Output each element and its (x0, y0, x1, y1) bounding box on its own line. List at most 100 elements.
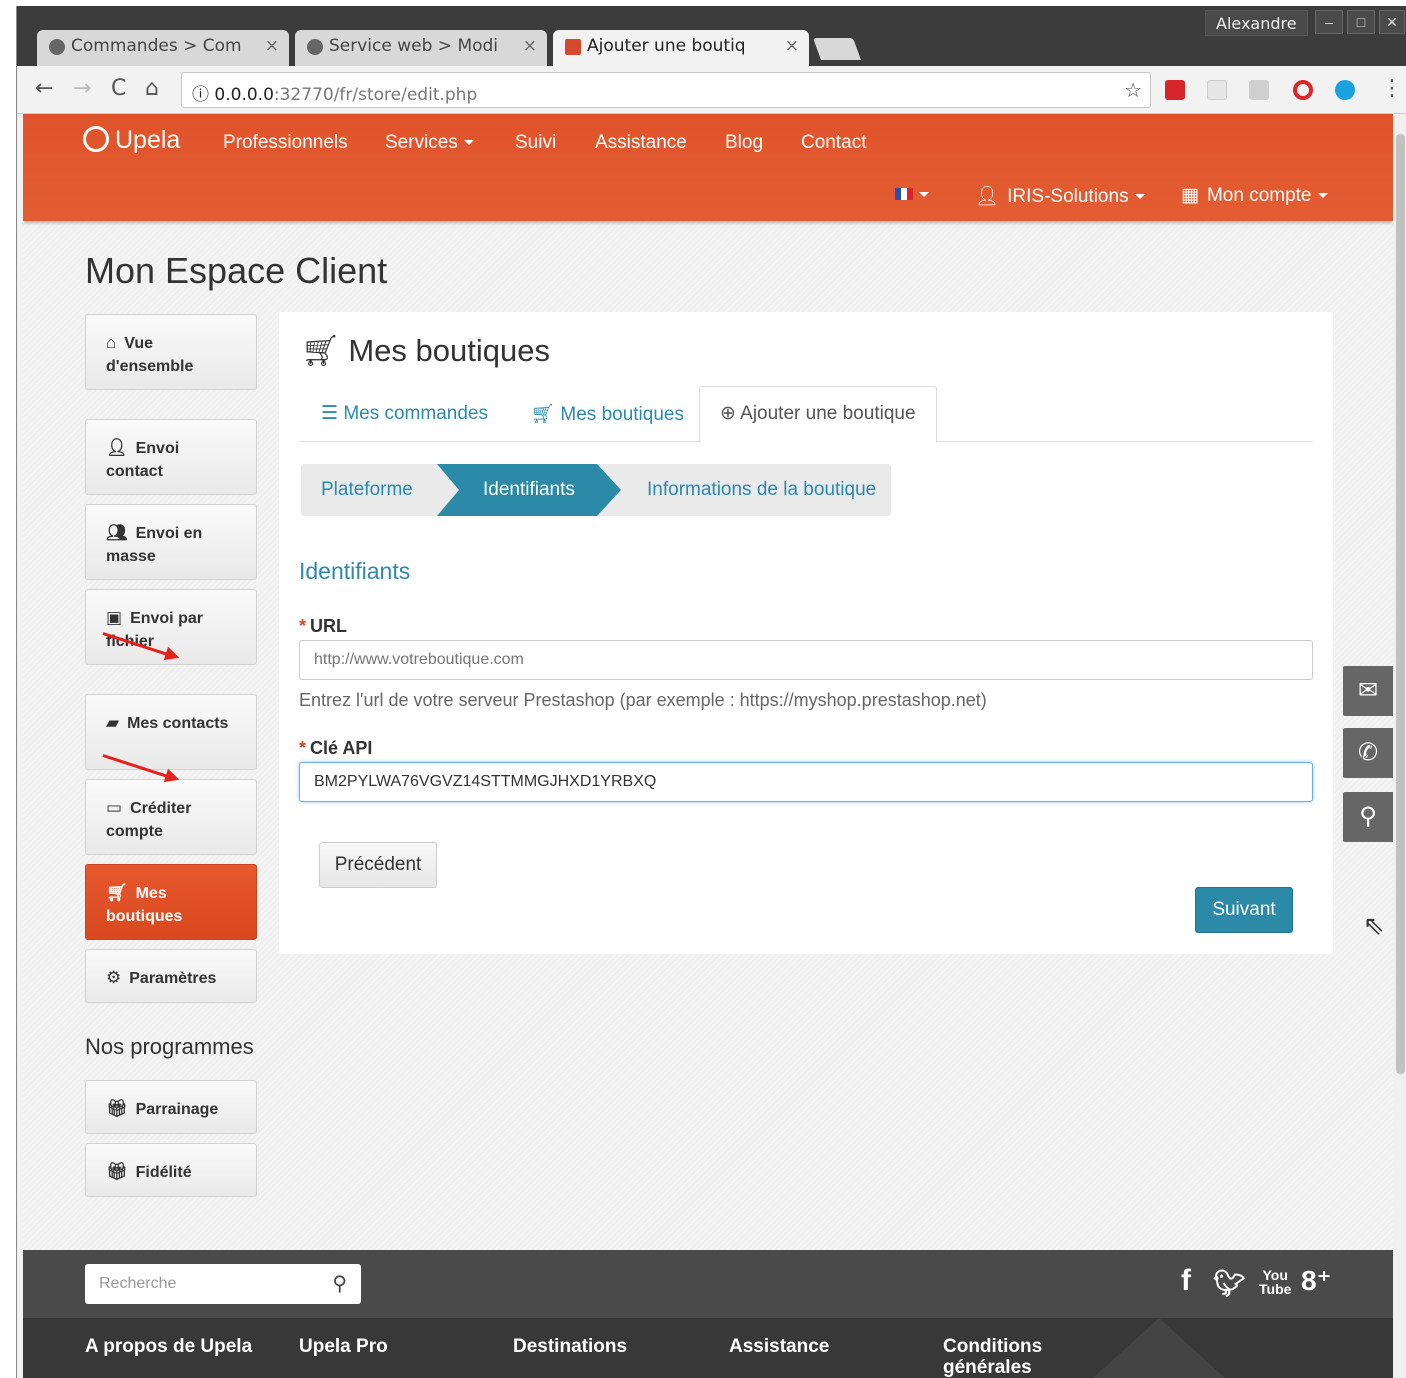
next-button[interactable]: Suivant (1195, 887, 1293, 933)
sidebar-item-fidelite[interactable]: 🎁︎ Fidélité (85, 1143, 257, 1197)
programs-title: Nos programmes (85, 1034, 254, 1059)
caret-down-icon (1134, 194, 1145, 199)
url-label-text: URL (310, 616, 348, 636)
close-tab-icon[interactable]: × (523, 36, 537, 56)
gift-icon: 🎁︎ (106, 1099, 128, 1118)
wizard-step-identifiants[interactable]: Identifiants (483, 479, 575, 501)
user-icon: 👤︎ (975, 186, 1000, 207)
footer-col-upela-pro[interactable]: Upela Pro (299, 1336, 388, 1357)
language-selector[interactable] (895, 184, 929, 206)
tab-ajouter-boutique[interactable]: ⊕ Ajouter une boutique (699, 386, 937, 443)
previous-button[interactable]: Précédent (319, 842, 437, 888)
browser-profile-name[interactable]: Alexandre (1205, 10, 1308, 36)
wizard-step-plateforme[interactable]: Plateforme (321, 479, 413, 501)
panel-title: 🛒︎ Mes boutiques (301, 332, 550, 369)
page-title: Mon Espace Client (85, 250, 388, 291)
sidebar-item-envoi-contact[interactable]: 👤︎ Envoi contact (85, 419, 257, 495)
cart-icon: 🛒︎ (301, 333, 341, 368)
tab-mes-boutiques[interactable]: 🛒︎ Mes boutiques (531, 402, 684, 426)
tab-mes-commandes[interactable]: ☰ Mes commandes (321, 402, 488, 425)
sidebar-item-crediter-compte[interactable]: ▭ Créditer compte (85, 779, 257, 855)
envelope-icon: ✉ (1357, 677, 1379, 704)
sidebar-item-mes-boutiques[interactable]: 🛒︎ Mes boutiques (85, 864, 257, 940)
site-info-icon[interactable]: ⓘ (192, 85, 209, 105)
close-tab-icon[interactable]: × (785, 36, 799, 56)
extension-icon[interactable] (1249, 80, 1269, 100)
sidebar-item-label: Parrainage (135, 1101, 219, 1118)
new-tab-button[interactable] (812, 38, 862, 60)
panel-tabs: ☰ Mes commandes 🛒︎ Mes boutiques ⊕ Ajout… (299, 386, 1313, 443)
sidebar-item-envoi-masse[interactable]: 👥︎ Envoi en masse (85, 504, 257, 580)
account-name: IRIS-Solutions (1007, 186, 1129, 207)
browser-tab-commandes[interactable]: Commandes > Com × (37, 30, 289, 66)
browser-menu-icon[interactable]: ⋮ (1381, 76, 1403, 101)
youtube-icon[interactable]: You Tube (1259, 1268, 1291, 1296)
nav-contact[interactable]: Contact (801, 132, 866, 154)
tab-title: Ajouter une boutiq (587, 36, 746, 56)
close-window-icon[interactable]: ✕ (1379, 10, 1405, 34)
upela-favicon-icon (565, 39, 581, 55)
api-key-label: * Clé API (299, 738, 372, 759)
browser-tab-bar: Commandes > Com × Service web > Modi × A… (17, 6, 1406, 66)
footer-col-assistance[interactable]: Assistance (729, 1336, 829, 1357)
calendar-extension-icon[interactable] (1207, 80, 1227, 100)
reload-icon[interactable]: C (111, 76, 126, 101)
nav-blog[interactable]: Blog (725, 132, 763, 154)
twitter-icon[interactable]: 🐦︎ (1213, 1268, 1246, 1299)
upela-logo[interactable]: Upela (83, 126, 180, 155)
email-float-button[interactable]: ✉ (1343, 666, 1393, 716)
footer-search-input[interactable] (85, 1264, 315, 1304)
url-input[interactable] (299, 640, 1313, 680)
nav-services-label: Services (385, 132, 458, 153)
browser-tab-service-web[interactable]: Service web > Modi × (295, 30, 547, 66)
lastpass-extension-icon[interactable] (1165, 80, 1185, 100)
back-icon[interactable]: ← (35, 76, 53, 101)
minimize-icon[interactable]: – (1315, 10, 1343, 34)
cart-icon: 🛒︎ (106, 883, 128, 902)
phone-float-button[interactable]: ✆ (1343, 728, 1393, 778)
sidebar-item-label: Paramètres (129, 970, 217, 987)
address-bar[interactable]: ⓘ 0.0.0.0:32770/fr/store/edit.php ☆ (181, 72, 1151, 108)
close-tab-icon[interactable]: × (265, 36, 279, 56)
footer-search-bar: ⚲ f 🐦︎ YouTube 8⁺ (23, 1250, 1393, 1318)
skype-extension-icon[interactable] (1335, 80, 1355, 100)
google-plus-icon[interactable]: 8⁺ (1301, 1264, 1331, 1297)
opera-extension-icon[interactable] (1293, 80, 1313, 100)
bookmark-star-icon[interactable]: ☆ (1124, 78, 1142, 102)
footer-col-destinations[interactable]: Destinations (513, 1336, 627, 1357)
nav-professionnels[interactable]: Professionnels (223, 132, 348, 154)
sidebar-item-parametres[interactable]: ⚙ Paramètres (85, 949, 257, 1003)
search-icon[interactable]: ⚲ (332, 1271, 347, 1296)
maximize-icon[interactable]: □ (1347, 10, 1375, 34)
facebook-icon[interactable]: f (1181, 1264, 1191, 1298)
panel-title-text: Mes boutiques (348, 333, 550, 368)
cart-icon: 🛒︎ (531, 404, 561, 425)
url-host: 0.0.0.0 (214, 85, 274, 105)
nav-suivi[interactable]: Suivi (515, 132, 556, 154)
site-favicon-icon (49, 39, 65, 55)
site-header: Upela Professionnels Services Suivi Assi… (23, 114, 1393, 221)
page-scrollbar[interactable] (1393, 114, 1406, 1378)
forward-icon[interactable]: → (73, 76, 91, 101)
nav-assistance[interactable]: Assistance (595, 132, 687, 154)
account-menu[interactable]: 👤︎ IRIS-Solutions (975, 184, 1145, 208)
sidebar-item-vue-ensemble[interactable]: ⌂ Vue d'ensemble (85, 314, 257, 390)
tab-label: Mes boutiques (560, 404, 684, 425)
footer-col-conditions[interactable]: Conditions générales (943, 1336, 1053, 1378)
footer-search: ⚲ (85, 1264, 361, 1304)
wizard-step-informations[interactable]: Informations de la boutique (647, 479, 876, 501)
scrollbar-thumb[interactable] (1396, 134, 1405, 1074)
grid-icon: ▦ (1181, 185, 1199, 206)
footer-col-a-propos[interactable]: A propos de Upela (85, 1336, 252, 1357)
home-icon[interactable]: ⌂ (145, 76, 159, 101)
api-key-input[interactable] (299, 762, 1313, 802)
footer-links: A propos de Upela Upela Pro Destinations… (23, 1318, 1393, 1378)
search-float-button[interactable]: ⚲ (1343, 792, 1393, 842)
browser-tab-ajouter-boutique[interactable]: Ajouter une boutiq × (553, 30, 809, 66)
sidebar-item-parrainage[interactable]: 🎁︎ Parrainage (85, 1080, 257, 1134)
tab-title: Commandes > Com (71, 36, 242, 56)
mon-compte-menu[interactable]: ▦ Mon compte (1181, 184, 1328, 207)
footer-decoration (1093, 1318, 1225, 1378)
users-icon: 👥︎ (106, 523, 128, 542)
nav-services[interactable]: Services (385, 132, 474, 154)
